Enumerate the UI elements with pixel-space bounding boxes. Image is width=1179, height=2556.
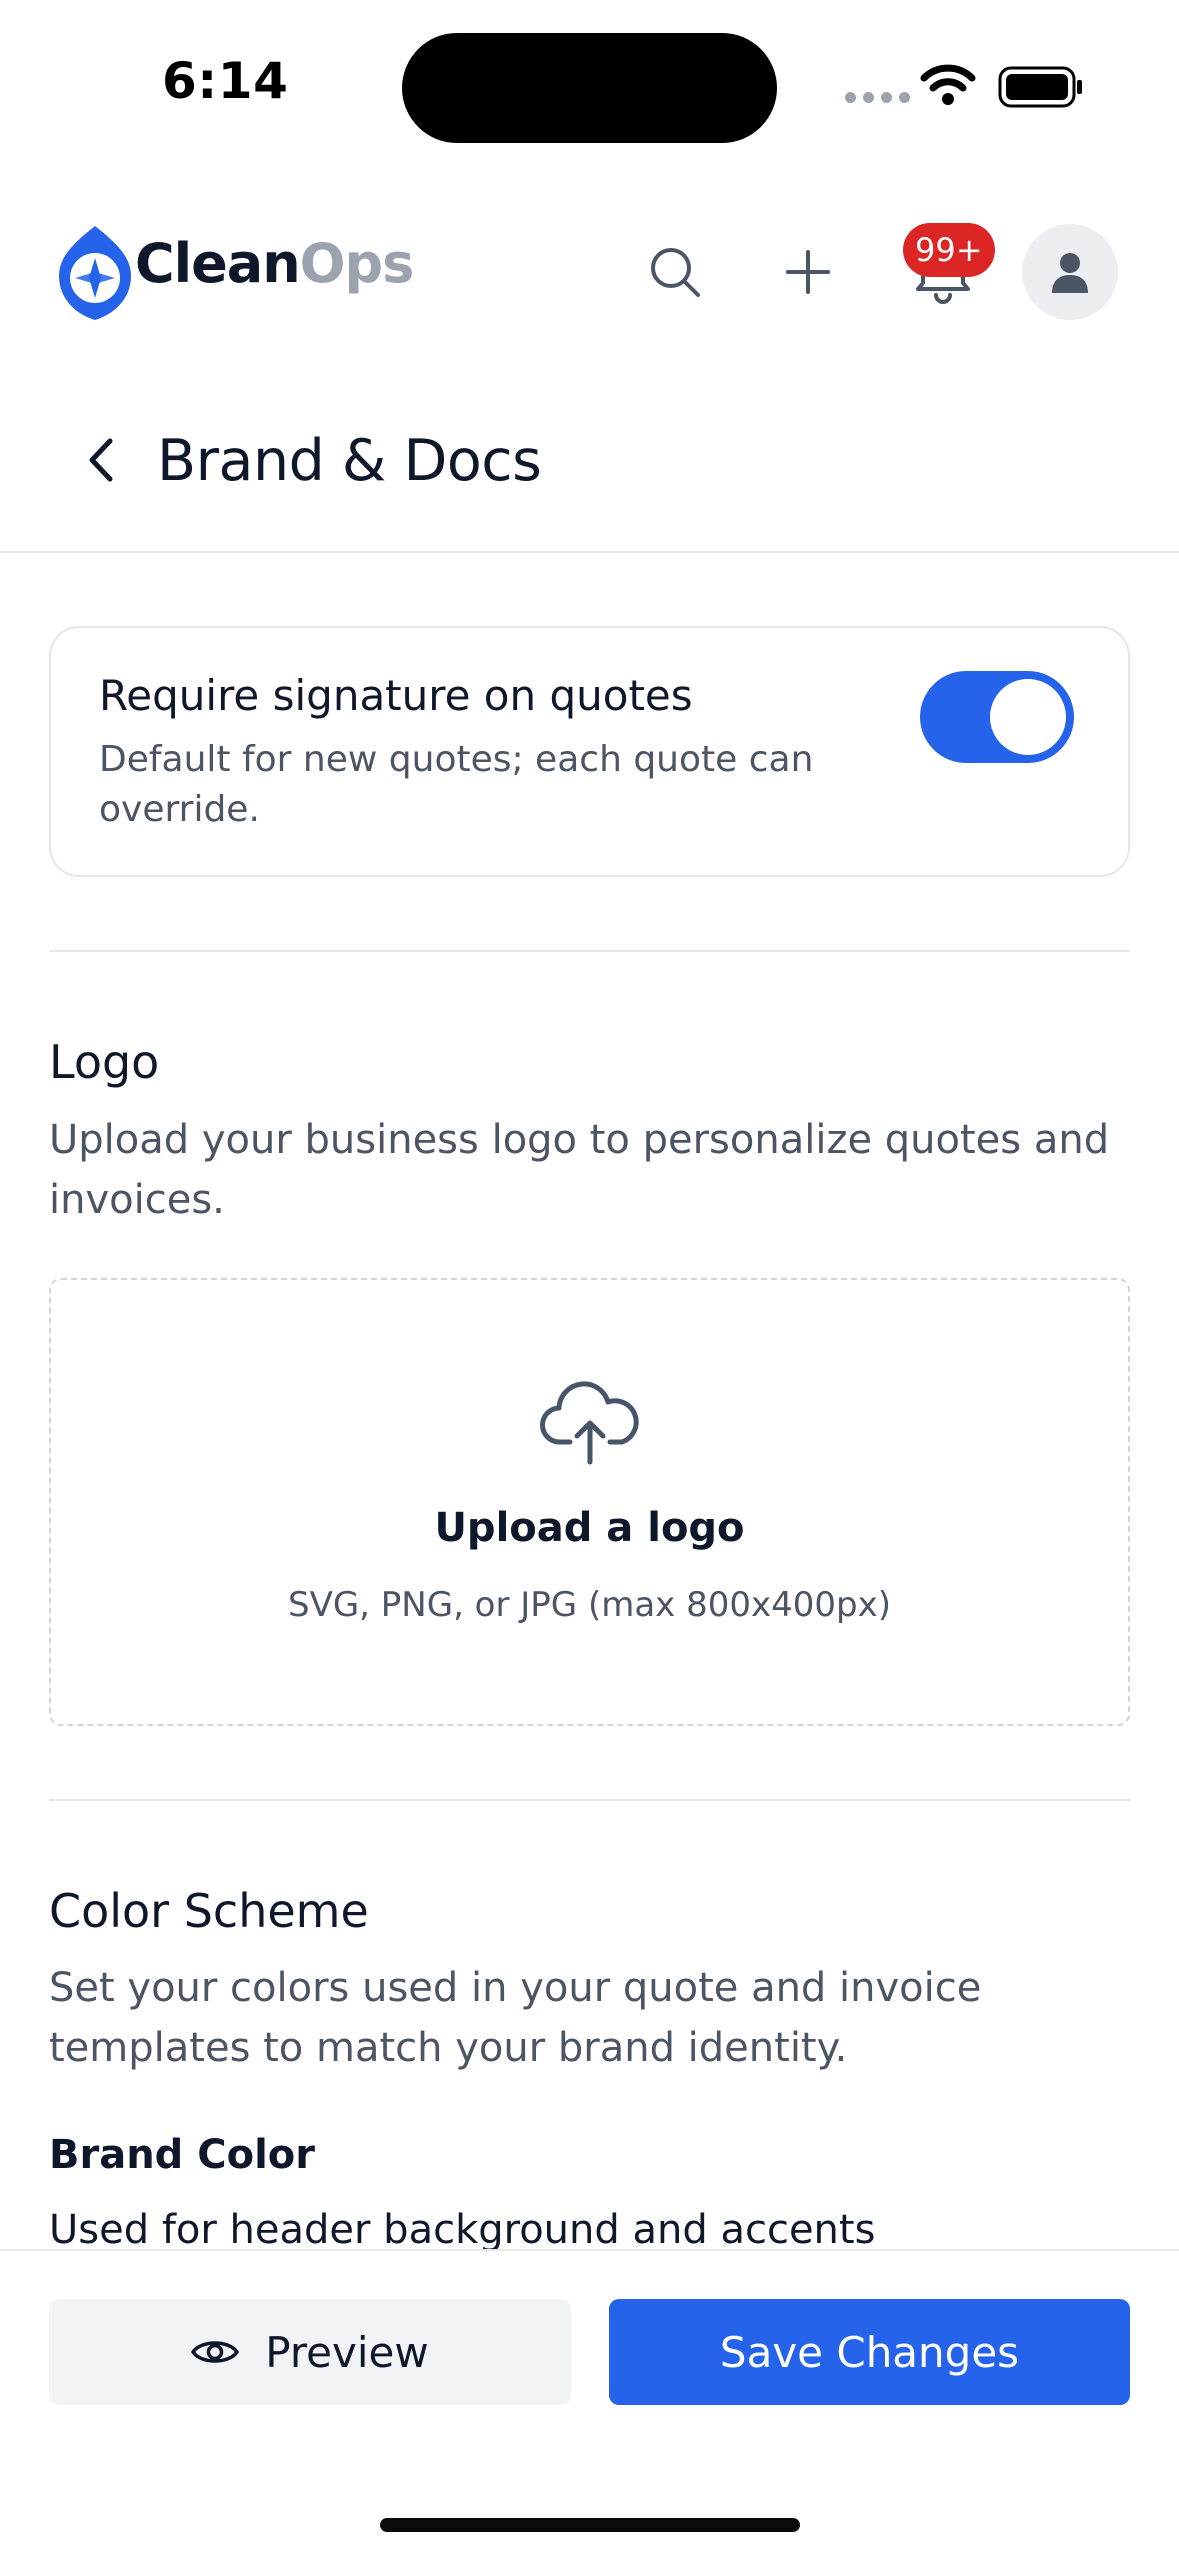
preview-button-label: Preview <box>265 2327 429 2377</box>
status-time: 6:14 <box>162 52 289 110</box>
search-button[interactable] <box>640 237 710 307</box>
preview-button[interactable]: Preview <box>49 2299 571 2405</box>
notification-badge: 99+ <box>903 223 995 277</box>
cloud-upload-icon <box>540 1380 640 1470</box>
brand-name-secondary: Ops <box>299 232 415 295</box>
battery-icon <box>998 66 1084 112</box>
app-logo-text: CleanOps <box>135 232 415 295</box>
home-indicator <box>380 2518 800 2532</box>
page-title: Brand & Docs <box>157 428 542 494</box>
signature-toggle[interactable] <box>920 671 1074 763</box>
logo-section-description: Upload your business logo to personalize… <box>49 1117 1110 1223</box>
user-icon <box>1052 253 1088 293</box>
section-divider <box>49 950 1130 952</box>
upload-title: Upload a logo <box>434 1505 745 1551</box>
add-button[interactable] <box>773 237 843 307</box>
save-changes-button[interactable]: Save Changes <box>609 2299 1130 2405</box>
color-section-title: Color Scheme <box>49 1884 369 1938</box>
eye-icon <box>191 2341 239 2363</box>
color-section-description: Set your colors used in your quote and i… <box>49 1965 982 2071</box>
section-divider <box>49 1799 1130 1801</box>
signature-setting-title: Require signature on quotes <box>99 671 693 720</box>
save-button-label: Save Changes <box>719 2327 1020 2377</box>
logo-section-title: Logo <box>49 1035 160 1089</box>
wifi-icon <box>920 62 976 110</box>
cellular-signal-icon <box>845 92 910 103</box>
user-avatar[interactable] <box>1022 224 1118 320</box>
signature-setting-description: Default for new quotes; each quote can o… <box>99 739 814 830</box>
brand-color-label: Brand Color <box>49 2132 315 2178</box>
plus-icon <box>786 250 830 294</box>
back-button[interactable] <box>76 428 126 492</box>
logo-upload-dropzone[interactable] <box>49 1278 1130 1726</box>
app-logo-icon <box>55 222 135 326</box>
title-divider <box>0 551 1179 553</box>
dynamic-island <box>402 33 777 143</box>
brand-color-description: Used for header background and accents <box>49 2207 876 2253</box>
search-icon <box>651 248 700 297</box>
brand-name-primary: Clean <box>135 232 301 295</box>
upload-hint: SVG, PNG, or JPG (max 800x400px) <box>287 1585 891 1625</box>
toggle-knob <box>990 679 1066 755</box>
chevron-left-icon <box>89 438 113 482</box>
